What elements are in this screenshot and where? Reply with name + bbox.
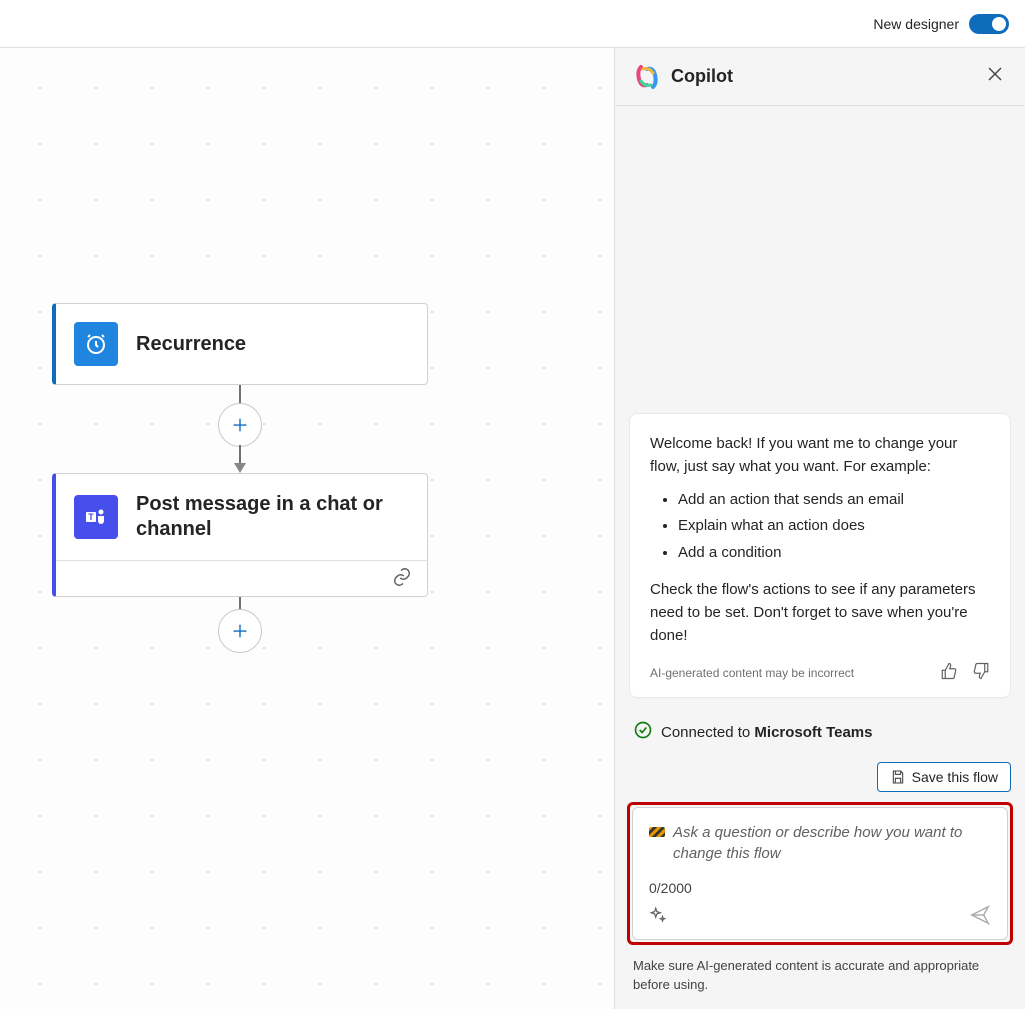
connection-status: Connected to Microsoft Teams <box>633 720 1007 744</box>
flow-canvas[interactable]: Recurrence T <box>0 48 615 1009</box>
copilot-body: Welcome back! If you want me to change y… <box>615 106 1025 1009</box>
copilot-header: Copilot <box>615 48 1025 106</box>
flow-column: Recurrence T <box>52 303 428 651</box>
check-circle-icon <box>633 720 653 744</box>
suggestion-item: Add an action that sends an email <box>678 488 990 511</box>
svg-text:T: T <box>88 512 94 522</box>
copilot-input-box[interactable]: Ask a question or describe how you want … <box>632 807 1008 940</box>
connector <box>218 385 262 473</box>
send-icon[interactable] <box>969 904 991 929</box>
node-title: Post message in a chat or channel <box>136 492 409 542</box>
add-step-button[interactable] <box>218 403 262 447</box>
ai-disclaimer-small: AI-generated content may be incorrect <box>650 664 854 683</box>
ai-footnote: Make sure AI-generated content is accura… <box>615 951 1025 1009</box>
save-icon <box>890 769 906 785</box>
node-title: Recurrence <box>136 332 246 357</box>
suggestion-item: Explain what an action does <box>678 514 990 537</box>
suggestion-list: Add an action that sends an email Explai… <box>678 488 990 564</box>
suggestion-item: Add a condition <box>678 541 990 564</box>
clock-icon <box>74 322 118 366</box>
flow-node-post-message[interactable]: T Post message in a chat or channel <box>52 473 428 597</box>
copilot-welcome-card: Welcome back! If you want me to change y… <box>629 413 1011 699</box>
copilot-logo-icon <box>633 63 661 91</box>
new-designer-label: New designer <box>873 16 959 32</box>
construction-icon <box>649 827 665 837</box>
sparkle-icon[interactable] <box>649 906 667 927</box>
thumbs-down-icon[interactable] <box>972 662 990 686</box>
welcome-intro: Welcome back! If you want me to change y… <box>650 432 990 479</box>
top-toolbar: New designer <box>0 0 1025 48</box>
copilot-input-highlight: Ask a question or describe how you want … <box>627 802 1013 945</box>
welcome-outro: Check the flow's actions to see if any p… <box>650 578 990 648</box>
save-label: Save this flow <box>912 769 998 785</box>
thumbs-up-icon[interactable] <box>940 662 958 686</box>
char-counter: 0/2000 <box>649 880 991 896</box>
copilot-panel: Copilot Welcome back! If you want me to … <box>615 48 1025 1009</box>
close-icon[interactable] <box>983 62 1007 91</box>
save-flow-button[interactable]: Save this flow <box>877 762 1011 792</box>
add-step-button[interactable] <box>218 609 262 653</box>
teams-icon: T <box>74 495 118 539</box>
copilot-input-placeholder: Ask a question or describe how you want … <box>673 822 991 864</box>
copilot-title: Copilot <box>671 66 973 87</box>
flow-node-recurrence[interactable]: Recurrence <box>52 303 428 385</box>
toggle-knob <box>992 17 1006 31</box>
status-text: Connected to Microsoft Teams <box>661 724 873 741</box>
link-icon[interactable] <box>391 566 413 591</box>
node-footer <box>56 560 427 596</box>
connector <box>218 597 262 651</box>
new-designer-toggle[interactable] <box>969 14 1009 34</box>
